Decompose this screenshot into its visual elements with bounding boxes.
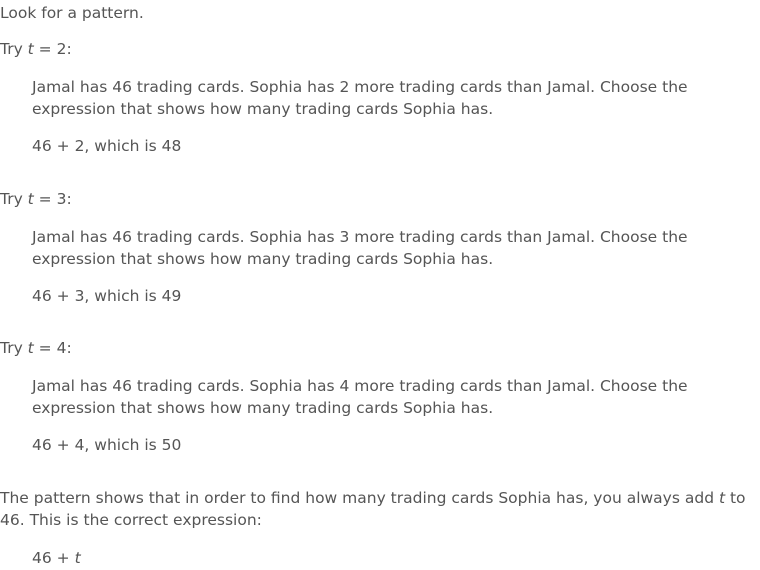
result-text-3: 46 + 4, which is 50 (32, 436, 182, 454)
intro-text: Look for a pattern. (0, 4, 144, 22)
answer-variable: t (74, 549, 81, 567)
try-prefix: Try (0, 190, 28, 208)
try-value: = 3: (33, 190, 72, 208)
conclusion-text: The pattern shows that in order to find … (0, 487, 756, 531)
try-heading-1: Try t = 2: (0, 38, 72, 60)
try-heading-3: Try t = 4: (0, 337, 72, 359)
try-prefix: Try (0, 40, 28, 58)
problem-text-2: Jamal has 46 trading cards. Sophia has 3… (32, 228, 688, 268)
try-prefix: Try (0, 339, 28, 357)
answer-prefix: 46 + (32, 549, 75, 567)
problem-text-1: Jamal has 46 trading cards. Sophia has 2… (32, 78, 688, 118)
try-heading-2: Try t = 3: (0, 188, 72, 210)
try-value: = 4: (33, 339, 72, 357)
explanation-page: Look for a pattern. Try t = 2: Jamal has… (0, 0, 760, 570)
result-text-2: 46 + 3, which is 49 (32, 287, 182, 305)
result-text-1: 46 + 2, which is 48 (32, 137, 182, 155)
try-value: = 2: (33, 40, 72, 58)
problem-text-3: Jamal has 46 trading cards. Sophia has 4… (32, 377, 688, 417)
conclusion-before: The pattern shows that in order to find … (0, 489, 719, 507)
answer-expression: 46 + t (32, 547, 81, 569)
